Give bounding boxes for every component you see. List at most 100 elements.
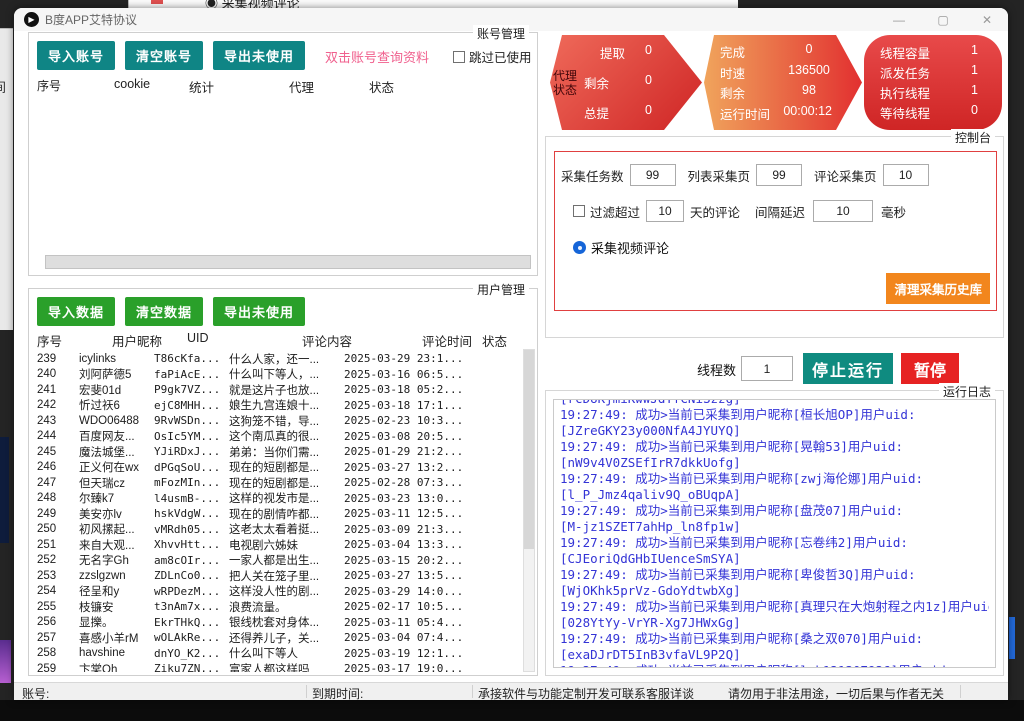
log-area[interactable]: [rcDUKjmiKwwJdTfCNiSzzg] 19:27:49: 成功>当前…	[553, 399, 996, 668]
user-table-header: 序号用户昵称UID评论内容评论时间状态	[37, 331, 507, 350]
progress-stats-shape: 完成 0 时速 136500 剩余 98	[704, 35, 862, 130]
tab-bar: 采集管理 推送管理 网络设置 公告 关于	[554, 311, 566, 335]
table-row[interactable]: 257 喜感小羊rM wOLAkRe... 还得养儿子，关... 2025-03…	[37, 630, 521, 646]
thread-stats-shape: 线程容量 1 派发任务 1 执行线程 1	[864, 35, 1002, 130]
delay-input[interactable]: 10	[813, 200, 873, 222]
table-row[interactable]: 244 百度网友... OsIc5YM... 这个南瓜真的很... 2025-0…	[37, 429, 521, 445]
account-column-header[interactable]: 序号	[37, 77, 114, 96]
user-column-header[interactable]: 序号	[37, 331, 112, 350]
account-button-row: 导入账号清空账号导出未使用	[37, 41, 305, 70]
proxy-stat-row: 总提 0	[584, 103, 660, 122]
user-vertical-scrollbar[interactable]	[523, 349, 535, 672]
console-field-input[interactable]: 99	[630, 164, 676, 186]
console-field-input[interactable]: 99	[756, 164, 802, 186]
background-left-window-edge: 间	[0, 28, 13, 330]
user-column-header[interactable]: UID	[187, 331, 302, 350]
table-row[interactable]: 246 正义何在wx dPGqSoU... 现在的短剧都是... 2025-03…	[37, 460, 521, 476]
user-column-header[interactable]: 状态	[482, 331, 507, 350]
delay-label: 间隔延迟	[755, 202, 805, 221]
filter-days-input[interactable]: 10	[646, 200, 684, 222]
scrollbar-thumb[interactable]	[524, 350, 534, 549]
table-row[interactable]: 253 zzslgzwn ZDLnCo0... 把人关在笼子里... 2025-…	[37, 568, 521, 584]
log-entry: 19:27:49: 成功>当前已采集到用户昵称[忘卷纬2]用户uid: [CJE…	[560, 535, 989, 567]
user-column-header[interactable]: 评论时间	[422, 331, 482, 350]
console-panel: 控制台 采集任务数 99 列表采集页 99	[545, 136, 1004, 338]
progress-stat-row: 时速 136500	[720, 63, 832, 82]
console-panel-label: 控制台	[951, 129, 995, 146]
filter-suffix-label: 天的评论	[690, 202, 740, 221]
table-row[interactable]: 241 宏斐01d P9gk7VZ... 就是这片子也放... 2025-03-…	[37, 382, 521, 398]
user-panel-label: 用户管理	[473, 281, 529, 298]
checkbox-icon[interactable]	[453, 51, 465, 63]
table-row[interactable]: 259 卞棠Oh Ziku7ZN... 富家人都这样吗 2025-03-17 1…	[37, 661, 521, 672]
table-row[interactable]: 240 刘阿萨德5 faPiAcE... 什么叫下等人，... 2025-03-…	[37, 367, 521, 383]
user-column-header[interactable]: 用户昵称	[112, 331, 187, 350]
table-row[interactable]: 250 初风摞起... vMRdh05... 这老太太看着挺... 2025-0…	[37, 522, 521, 538]
user-action-button[interactable]: 清空数据	[125, 297, 203, 326]
table-row[interactable]: 255 枝镰安 t3nAm7x... 浪费流量。 2025-02-17 10:5…	[37, 599, 521, 615]
stats-banner: 代理 状态 提取 0 剩余 0	[550, 35, 1002, 130]
account-column-header[interactable]: 统计	[189, 77, 289, 96]
table-row[interactable]: 249 美安亦lv hskVdgW... 现在的剧情咋都... 2025-03-…	[37, 506, 521, 522]
table-row[interactable]: 242 忻过祆6 ejC8MHH... 娘生九宫连娘十... 2025-03-1…	[37, 398, 521, 414]
account-table-header: 序号cookie统计代理状态	[37, 77, 394, 96]
progress-stat-row: 完成 0	[720, 42, 832, 61]
log-entry: 19:27:49: 成功>当前已采集到用户昵称[lyh121307926]用户u…	[560, 663, 989, 668]
thread-stat-row: 线程容量 1	[880, 43, 978, 62]
log-entry: [rcDUKjmiKwwJdTfCNiSzzg]	[560, 399, 989, 407]
log-entry: 19:27:49: 成功>当前已采集到用户昵称[卑俊哲3Q]用户uid: [Wj…	[560, 567, 989, 599]
user-action-button[interactable]: 导出未使用	[213, 297, 305, 326]
account-column-header[interactable]: 状态	[369, 77, 394, 96]
table-row[interactable]: 258 havshine dnYO_K2... 什么叫下等人 2025-03-1…	[37, 646, 521, 662]
thread-stat-row: 派发任务 1	[880, 63, 978, 82]
taskbar	[0, 700, 1024, 721]
console-settings-box: 采集任务数 99 列表采集页 99 评论采集页 10	[554, 151, 997, 311]
log-entry: 19:27:49: 成功>当前已采集到用户昵称[zwj海伦娜]用户uid: [l…	[560, 471, 989, 503]
proxy-stat-row: 剩余 0	[584, 73, 660, 92]
user-button-row: 导入数据清空数据导出未使用	[37, 297, 305, 326]
clear-history-button[interactable]: 清理采集历史库	[886, 273, 990, 304]
user-column-header[interactable]: 评论内容	[302, 331, 422, 350]
console-field-input[interactable]: 10	[883, 164, 929, 186]
account-hint[interactable]: 双击账号查询资料	[325, 47, 429, 66]
run-controls: 线程数 1 停止运行 暂停	[545, 352, 1004, 386]
maximize-icon[interactable]: ▢	[936, 13, 950, 27]
console-field: 列表采集页 99	[688, 164, 803, 186]
minimize-icon[interactable]: —	[892, 13, 906, 27]
skip-used-checkbox[interactable]: 跳过已使用	[453, 47, 532, 66]
proxy-stats-shape: 代理 状态 提取 0 剩余 0	[550, 35, 702, 130]
desktop-background: ◉ 采集视频评论 间 ▶ B度APP艾特协议 — ▢ ✕ 账号管理 导入账号清空…	[0, 0, 1024, 721]
background-red-fragment	[151, 0, 163, 4]
status-disclaimer-text: 请勿用于非法用途，一切后果与作者无关	[728, 685, 944, 700]
table-row[interactable]: 252 无名字Gh am8cOIr... 一家人都是出生... 2025-03-…	[37, 553, 521, 569]
radio-icon[interactable]	[573, 241, 586, 254]
proxy-stat-row: 提取 0	[584, 43, 660, 62]
table-row[interactable]: 248 尔臻k7 l4usmB-... 这样的视发市是... 2025-03-2…	[37, 491, 521, 507]
user-table-body: 239 icylinks T86cKfa... 什么人家，还一... 2025-…	[37, 351, 521, 672]
collect-video-comments-radio[interactable]: 采集视频评论	[573, 238, 669, 257]
account-action-button[interactable]: 导入账号	[37, 41, 115, 70]
thread-count-input[interactable]: 1	[741, 356, 793, 381]
account-action-button[interactable]: 清空账号	[125, 41, 203, 70]
table-row[interactable]: 245 魔法城堡... YJiRDxJ... 弟弟：当你们需... 2025-0…	[37, 444, 521, 460]
filter-checkbox-icon[interactable]	[573, 205, 585, 217]
stop-button[interactable]: 停止运行	[803, 353, 893, 384]
account-column-header[interactable]: 代理	[289, 77, 369, 96]
status-separator	[306, 685, 307, 698]
user-action-button[interactable]: 导入数据	[37, 297, 115, 326]
progress-stat-row: 剩余 98	[720, 83, 832, 102]
account-action-button[interactable]: 导出未使用	[213, 41, 305, 70]
pause-button[interactable]: 暂停	[901, 353, 959, 384]
table-row[interactable]: 251 来自大观... XhvvHtt... 电视剧六姊妹 2025-03-04…	[37, 537, 521, 553]
account-horizontal-scrollbar[interactable]	[45, 255, 531, 269]
table-row[interactable]: 256 显擽。 EkrTHkQ... 银线枕套对身体... 2025-03-11…	[37, 615, 521, 631]
close-icon[interactable]: ✕	[980, 13, 994, 27]
thread-stat-row: 等待线程 0	[880, 103, 978, 122]
table-row[interactable]: 243 WDO06488 9RvWSDn... 这狗笼不错，导... 2025-…	[37, 413, 521, 429]
status-separator	[960, 685, 961, 698]
table-row[interactable]: 239 icylinks T86cKfa... 什么人家，还一... 2025-…	[37, 351, 521, 367]
table-row[interactable]: 254 径呈和y wRPDezM... 这样没人性的剧... 2025-03-2…	[37, 584, 521, 600]
table-row[interactable]: 247 但天瑞cz mFozMIn... 现在的短剧都是... 2025-02-…	[37, 475, 521, 491]
status-account-label: 账号:	[22, 685, 49, 700]
account-column-header[interactable]: cookie	[114, 77, 189, 96]
